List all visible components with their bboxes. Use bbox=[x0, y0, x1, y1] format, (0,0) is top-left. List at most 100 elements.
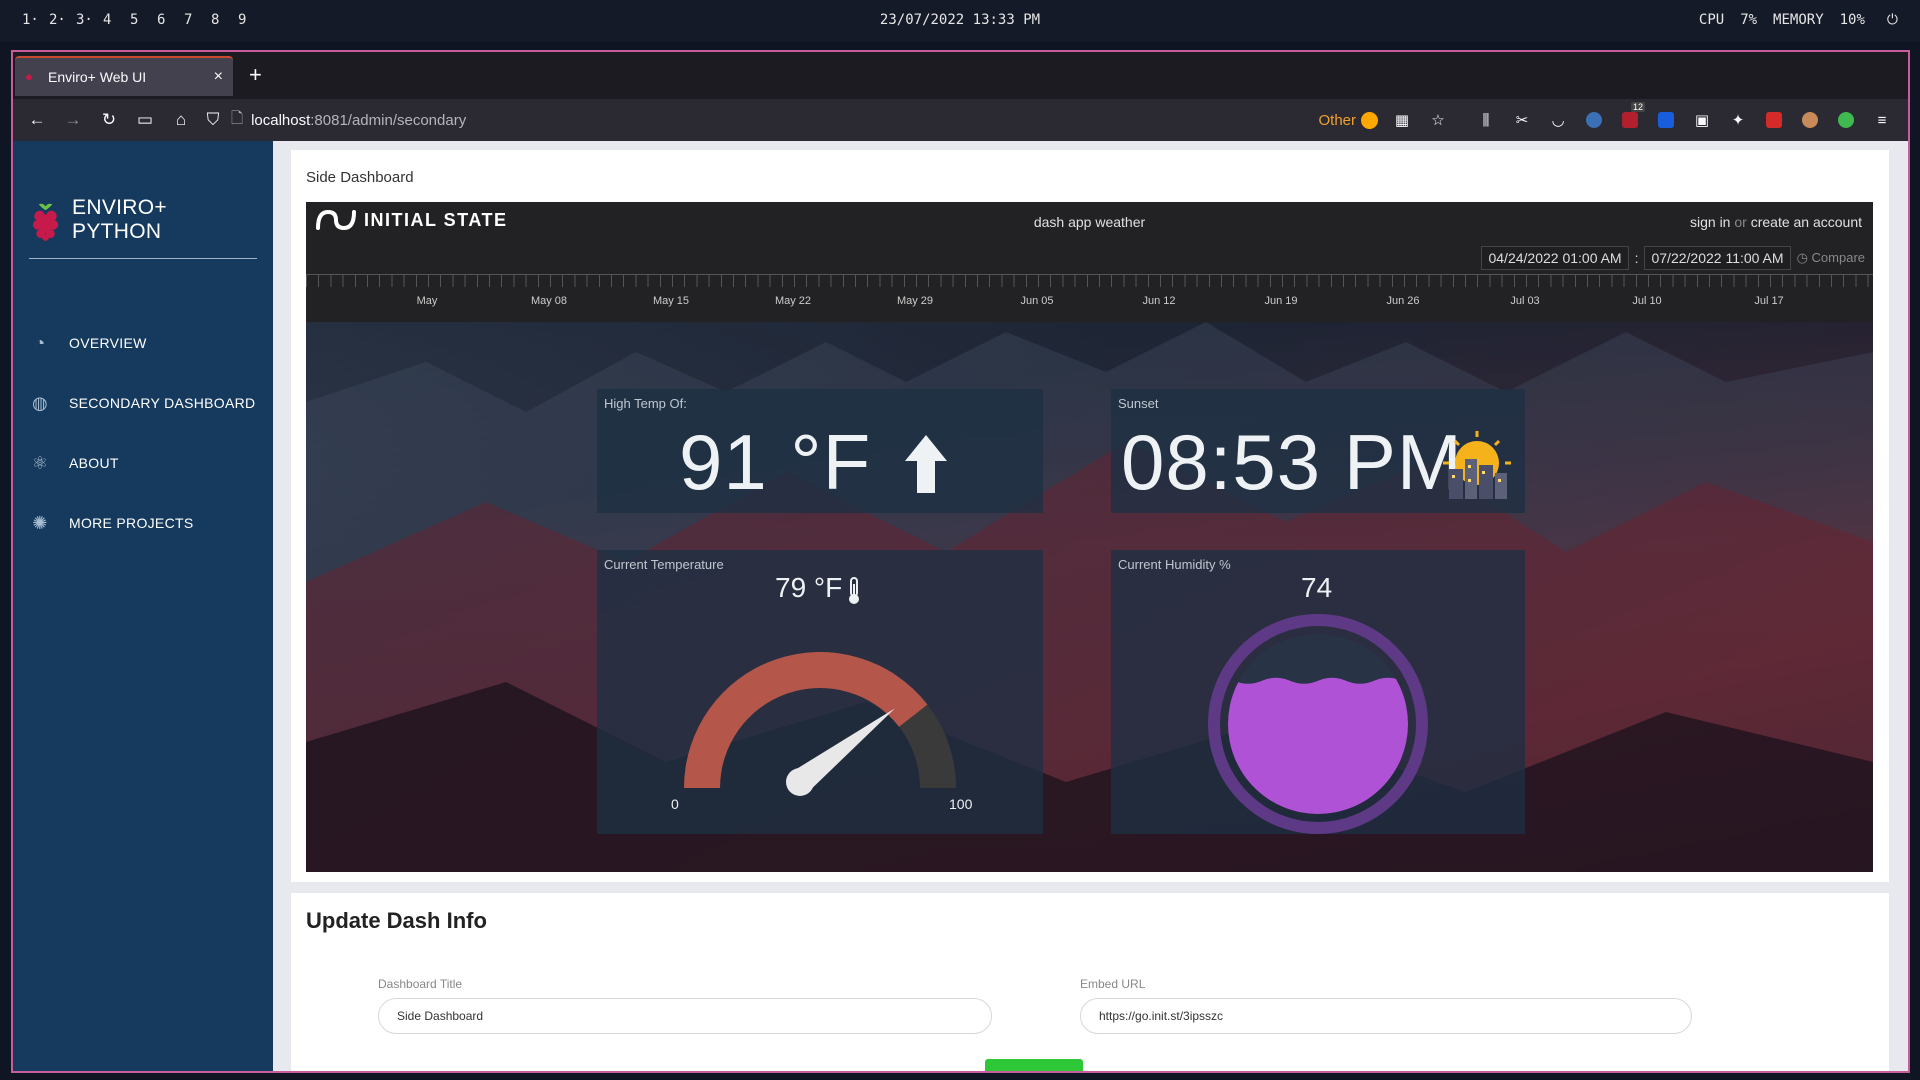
date-from-field[interactable]: 04/24/2022 01:00 AM bbox=[1481, 246, 1629, 270]
tab-title: Enviro+ Web UI bbox=[48, 69, 147, 85]
workspace-4[interactable]: 4 bbox=[103, 12, 130, 28]
initial-state-embed: INITIAL STATE dash app weather sign in o… bbox=[306, 202, 1873, 872]
grid-extension-icon[interactable]: ▦ bbox=[1384, 105, 1420, 135]
update-title: Update Dash Info bbox=[306, 908, 487, 933]
shield-icon[interactable]: ⛉ bbox=[199, 105, 227, 135]
reload-icon[interactable]: ↻ bbox=[91, 105, 127, 135]
power-icon[interactable]: ⏻ bbox=[1887, 12, 1898, 28]
sidebar-item-more-projects[interactable]: ✺ MORE PROJECTS bbox=[29, 493, 255, 553]
globe-extension-icon[interactable] bbox=[1576, 105, 1612, 135]
sidebar-item-label: OVERVIEW bbox=[69, 335, 147, 351]
green-extension-icon[interactable] bbox=[1828, 105, 1864, 135]
url-path: :8081/admin/secondary bbox=[310, 111, 467, 129]
back-icon[interactable]: ← bbox=[19, 105, 55, 135]
humidity-value: 74 bbox=[1301, 572, 1333, 603]
workspace-1[interactable]: 1· bbox=[22, 12, 49, 28]
workspace-2[interactable]: 2· bbox=[49, 12, 76, 28]
compare-toggle[interactable]: ◷ Compare bbox=[1797, 250, 1865, 266]
sidebar-menu: ◔ OVERVIEW ◍ SECONDARY DASHBOARD ⚛ ABOUT… bbox=[29, 313, 255, 553]
pocket-icon[interactable]: ◡ bbox=[1540, 105, 1576, 135]
workspace-5[interactable]: 5 bbox=[130, 12, 157, 28]
sidebar: ENVIRO+ PYTHON ◔ OVERVIEW ◍ SECONDARY DA… bbox=[13, 141, 273, 1071]
tile-label: Current Temperature bbox=[604, 557, 724, 572]
puzzle-extension-icon[interactable]: ✦ bbox=[1720, 105, 1756, 135]
address-bar[interactable]: 🗋 localhost:8081/admin/secondary bbox=[231, 104, 466, 136]
screenshot-icon[interactable]: ✂ bbox=[1504, 105, 1540, 135]
home-icon[interactable]: ⌂ bbox=[163, 105, 199, 135]
library-icon[interactable]: ⫼ bbox=[1468, 105, 1504, 135]
page-icon: 🗋 bbox=[231, 109, 244, 127]
page-content: ENVIRO+ PYTHON ◔ OVERVIEW ◍ SECONDARY DA… bbox=[13, 141, 1908, 1071]
atom-icon: ⚛ bbox=[31, 452, 49, 473]
embed-header: INITIAL STATE dash app weather sign in o… bbox=[306, 202, 1873, 322]
sign-in-link[interactable]: sign in bbox=[1690, 214, 1730, 230]
brand[interactable]: ENVIRO+ PYTHON bbox=[29, 196, 257, 259]
timeline-label: May 15 bbox=[652, 295, 690, 307]
navigation-toolbar: ← → ↻ ▭ ⌂ ⛉ 🗋 localhost:8081/admin/secon… bbox=[13, 99, 1908, 141]
humidity-fill bbox=[1228, 677, 1408, 814]
workspace-7[interactable]: 7 bbox=[184, 12, 211, 28]
s-extension-icon[interactable] bbox=[1756, 105, 1792, 135]
sidebar-toggle-icon[interactable]: ▭ bbox=[127, 105, 163, 135]
thermometer-icon bbox=[849, 577, 859, 604]
gauge-hub bbox=[786, 768, 814, 796]
sidebar-item-secondary-dashboard[interactable]: ◍ SECONDARY DASHBOARD bbox=[29, 373, 255, 433]
date-to-field[interactable]: 07/22/2022 11:00 AM bbox=[1644, 246, 1791, 270]
timeline-label: Jun 12 bbox=[1142, 295, 1176, 307]
sidebar-item-label: ABOUT bbox=[69, 455, 119, 471]
dashboard-title-field[interactable]: Side Dashboard bbox=[378, 998, 992, 1034]
tab-strip: ● Enviro+ Web UI × + bbox=[13, 52, 1908, 99]
close-tab-icon[interactable]: × bbox=[214, 68, 223, 86]
new-tab-icon[interactable]: + bbox=[249, 62, 262, 88]
sidebar-item-label: SECONDARY DASHBOARD bbox=[69, 395, 256, 411]
hamburger-menu-icon[interactable]: ≡ bbox=[1864, 105, 1900, 135]
temperature-gauge bbox=[684, 652, 956, 796]
ublock-icon[interactable]: 12 bbox=[1612, 102, 1648, 135]
update-dash-card: Update Dash Info Dashboard Title Side Da… bbox=[291, 893, 1889, 1071]
cookie-extension-icon[interactable] bbox=[1792, 105, 1828, 135]
system-clock: 23/07/2022 13:33 PM bbox=[879, 12, 1041, 28]
workspace-8[interactable]: 8 bbox=[211, 12, 238, 28]
embed-url-field[interactable]: https://go.init.st/3ipsszc bbox=[1080, 998, 1692, 1034]
apps-extension-icon[interactable]: ▣ bbox=[1684, 105, 1720, 135]
mountain-background: High Temp Of: 91 °F Sunset 08:53 PM Curr… bbox=[306, 322, 1873, 872]
timeline-label: Jun 05 bbox=[1020, 295, 1054, 307]
cpu-label: CPU bbox=[1698, 12, 1725, 28]
bookmark-star-icon[interactable]: ☆ bbox=[1420, 105, 1456, 135]
tile-label: High Temp Of: bbox=[604, 396, 687, 411]
embed-url-label: Embed URL bbox=[1080, 977, 1146, 991]
tile-label: Sunset bbox=[1118, 396, 1159, 411]
timeline-label: Jul 03 bbox=[1510, 295, 1540, 307]
memory-label: MEMORY bbox=[1773, 12, 1824, 28]
extension-badge: 12 bbox=[1630, 102, 1645, 112]
date-range: 04/24/2022 01:00 AM : 07/22/2022 11:00 A… bbox=[1481, 246, 1865, 270]
forward-icon[interactable]: → bbox=[55, 105, 91, 135]
humidity-tank bbox=[1208, 614, 1428, 834]
current-temp-value: 79 °F bbox=[775, 572, 843, 603]
workspace-6[interactable]: 6 bbox=[157, 12, 184, 28]
auth-links: sign in or create an account bbox=[1690, 214, 1862, 230]
workspace-3[interactable]: 3· bbox=[76, 12, 103, 28]
timeline-label: Jul 10 bbox=[1632, 295, 1662, 307]
timeline-label: Jul 17 bbox=[1754, 295, 1784, 307]
sidebar-item-about[interactable]: ⚛ ABOUT bbox=[29, 433, 255, 493]
timeline[interactable]: May May 08 May 15 May 22 May 29 Jun 05 J… bbox=[306, 274, 1873, 322]
bitwarden-icon[interactable] bbox=[1648, 105, 1684, 135]
sunset-tile: Sunset 08:53 PM bbox=[1111, 389, 1525, 513]
browser-tab[interactable]: ● Enviro+ Web UI × bbox=[15, 56, 233, 96]
compare-label: Compare bbox=[1811, 250, 1865, 265]
humidity-tile: Current Humidity % 74 bbox=[1111, 550, 1525, 834]
submit-button[interactable] bbox=[985, 1059, 1083, 1071]
arrow-up-icon bbox=[905, 435, 947, 493]
timeline-label: May bbox=[416, 295, 438, 307]
create-account-link[interactable]: create an account bbox=[1751, 214, 1862, 230]
workspace-9[interactable]: 9 bbox=[238, 12, 265, 28]
mountain-ridges bbox=[306, 322, 1873, 872]
clock-icon: ◷ bbox=[1796, 250, 1808, 265]
sidebar-item-overview[interactable]: ◔ OVERVIEW bbox=[29, 313, 255, 373]
tile-label: Current Humidity % bbox=[1118, 557, 1231, 572]
pie-chart-icon: ◔ bbox=[34, 332, 46, 353]
timeline-ticks bbox=[306, 275, 1873, 287]
card-title: Side Dashboard bbox=[306, 169, 414, 186]
container-indicator[interactable]: Other bbox=[1318, 111, 1378, 129]
